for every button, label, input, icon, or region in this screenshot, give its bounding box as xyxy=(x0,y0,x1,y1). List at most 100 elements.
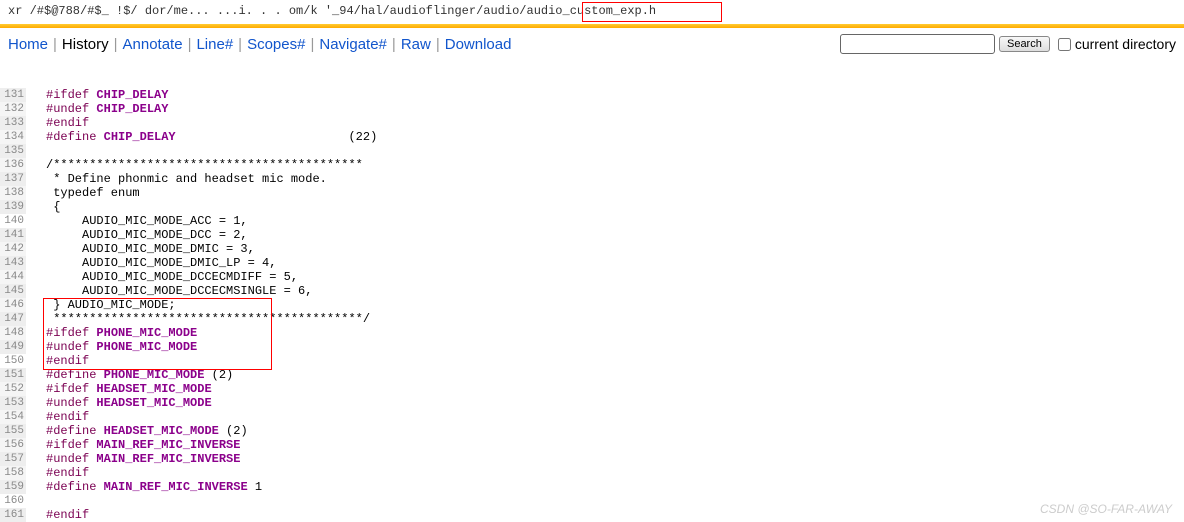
code-line: 152 #ifdef HEADSET_MIC_MODE xyxy=(0,382,1184,396)
line-number[interactable]: 144 xyxy=(0,270,26,284)
line-number[interactable]: 140 xyxy=(0,214,26,228)
code-text: ****************************************… xyxy=(46,312,1184,326)
nav-annotate[interactable]: Annotate xyxy=(123,36,183,53)
code-line: 131 #ifdef CHIP_DELAY xyxy=(0,88,1184,102)
line-number[interactable]: 138 xyxy=(0,186,26,200)
code-text: /***************************************… xyxy=(46,158,1184,172)
nav-bar: Home|History|Annotate|Line#|Scopes#|Navi… xyxy=(0,28,1184,60)
line-number[interactable]: 150 xyxy=(0,354,26,368)
path-bar: xr /#$@788/#$_ !$/ dor/me... ...i. . . o… xyxy=(0,0,1184,24)
search-button[interactable]: Search xyxy=(999,36,1050,52)
line-number[interactable]: 147 xyxy=(0,312,26,326)
current-dir-checkbox[interactable] xyxy=(1058,38,1071,51)
code-line: 156#ifdef MAIN_REF_MIC_INVERSE xyxy=(0,438,1184,452)
line-number[interactable]: 153 xyxy=(0,396,26,410)
code-text: #ifdef CHIP_DELAY xyxy=(46,88,1184,102)
code-text: } AUDIO_MIC_MODE; xyxy=(46,298,1184,312)
line-number[interactable]: 159 xyxy=(0,480,26,494)
line-number[interactable]: 132 xyxy=(0,102,26,116)
code-text xyxy=(46,144,1184,158)
code-text: #define HEADSET_MIC_MODE (2) xyxy=(46,424,1184,438)
code-line: 137 * Define phonmic and headset mic mod… xyxy=(0,172,1184,186)
code-text xyxy=(46,494,1184,508)
line-number[interactable]: 155 xyxy=(0,424,26,438)
code-line: 139 { xyxy=(0,200,1184,214)
nav-separator: | xyxy=(188,36,192,53)
code-line: 157#undef MAIN_REF_MIC_INVERSE xyxy=(0,452,1184,466)
code-line: 136 /************************************… xyxy=(0,158,1184,172)
line-number[interactable]: 158 xyxy=(0,466,26,480)
line-number[interactable]: 154 xyxy=(0,410,26,424)
line-number[interactable]: 135 xyxy=(0,144,26,158)
code-line: 148 #ifdef PHONE_MIC_MODE xyxy=(0,326,1184,340)
code-text: AUDIO_MIC_MODE_DMIC = 3, xyxy=(46,242,1184,256)
code-text: #ifdef PHONE_MIC_MODE xyxy=(46,326,1184,340)
line-number[interactable]: 145 xyxy=(0,284,26,298)
code-text: #undef CHIP_DELAY xyxy=(46,102,1184,116)
line-number[interactable]: 134 xyxy=(0,130,26,144)
code-text: #define PHONE_MIC_MODE (2) xyxy=(46,368,1184,382)
line-number[interactable]: 152 xyxy=(0,382,26,396)
code-text: #undef PHONE_MIC_MODE xyxy=(46,340,1184,354)
code-text: #endif xyxy=(46,116,1184,130)
code-line: 146 } AUDIO_MIC_MODE; xyxy=(0,298,1184,312)
search-area: Search current directory xyxy=(840,34,1176,54)
code-text: * Define phonmic and headset mic mode. xyxy=(46,172,1184,186)
line-number[interactable]: 143 xyxy=(0,256,26,270)
code-line: 140 AUDIO_MIC_MODE_ACC = 1, xyxy=(0,214,1184,228)
nav-separator: | xyxy=(114,36,118,53)
line-number[interactable]: 136 xyxy=(0,158,26,172)
current-dir-label[interactable]: current directory xyxy=(1058,36,1176,52)
code-line: 149 #undef PHONE_MIC_MODE xyxy=(0,340,1184,354)
line-number[interactable]: 141 xyxy=(0,228,26,242)
code-line: 138 typedef enum xyxy=(0,186,1184,200)
line-number[interactable]: 146 xyxy=(0,298,26,312)
search-input[interactable] xyxy=(840,34,995,54)
code-line: 145 AUDIO_MIC_MODE_DCCECMSINGLE = 6, xyxy=(0,284,1184,298)
nav-separator: | xyxy=(238,36,242,53)
line-number[interactable]: 142 xyxy=(0,242,26,256)
line-number[interactable]: 157 xyxy=(0,452,26,466)
code-line: 159 #define MAIN_REF_MIC_INVERSE 1 xyxy=(0,480,1184,494)
line-number[interactable]: 133 xyxy=(0,116,26,130)
code-text: AUDIO_MIC_MODE_ACC = 1, xyxy=(46,214,1184,228)
nav-separator: | xyxy=(436,36,440,53)
code-line: 154 #endif xyxy=(0,410,1184,424)
line-number[interactable]: 149 xyxy=(0,340,26,354)
code-text: #define CHIP_DELAY (22) xyxy=(46,130,1184,144)
code-line: 150#endif xyxy=(0,354,1184,368)
line-number[interactable]: 151 xyxy=(0,368,26,382)
code-line: 161#endif xyxy=(0,508,1184,522)
code-text: AUDIO_MIC_MODE_DCC = 2, xyxy=(46,228,1184,242)
code-text: #endif xyxy=(46,410,1184,424)
code-line: 133 #endif xyxy=(0,116,1184,130)
nav-navigate[interactable]: Navigate# xyxy=(319,36,387,53)
line-number[interactable]: 137 xyxy=(0,172,26,186)
code-line: 155 #define HEADSET_MIC_MODE (2) xyxy=(0,424,1184,438)
code-line: 144 AUDIO_MIC_MODE_DCCECMDIFF = 5, xyxy=(0,270,1184,284)
line-number[interactable]: 139 xyxy=(0,200,26,214)
nav-separator: | xyxy=(53,36,57,53)
line-number[interactable]: 161 xyxy=(0,508,26,522)
code-line: 132 #undef CHIP_DELAY xyxy=(0,102,1184,116)
nav-scopes[interactable]: Scopes# xyxy=(247,36,305,53)
line-number[interactable]: 131 xyxy=(0,88,26,102)
nav-download[interactable]: Download xyxy=(445,36,512,53)
code-line: 153#undef HEADSET_MIC_MODE xyxy=(0,396,1184,410)
code-text: { xyxy=(46,200,1184,214)
code-line: 142 AUDIO_MIC_MODE_DMIC = 3, xyxy=(0,242,1184,256)
code-text: #ifdef HEADSET_MIC_MODE xyxy=(46,382,1184,396)
nav-line[interactable]: Line# xyxy=(196,36,233,53)
line-number[interactable]: 148 xyxy=(0,326,26,340)
nav-raw[interactable]: Raw xyxy=(401,36,431,53)
nav-history[interactable]: History xyxy=(62,36,109,53)
code-line: 147 ************************************… xyxy=(0,312,1184,326)
code-text: #define MAIN_REF_MIC_INVERSE 1 xyxy=(46,480,1184,494)
code-text: AUDIO_MIC_MODE_DMIC_LP = 4, xyxy=(46,256,1184,270)
line-number[interactable]: 156 xyxy=(0,438,26,452)
nav-home[interactable]: Home xyxy=(8,36,48,53)
line-number[interactable]: 160 xyxy=(0,494,26,508)
code-text: typedef enum xyxy=(46,186,1184,200)
code-line: 135 xyxy=(0,144,1184,158)
code-line: 160 xyxy=(0,494,1184,508)
